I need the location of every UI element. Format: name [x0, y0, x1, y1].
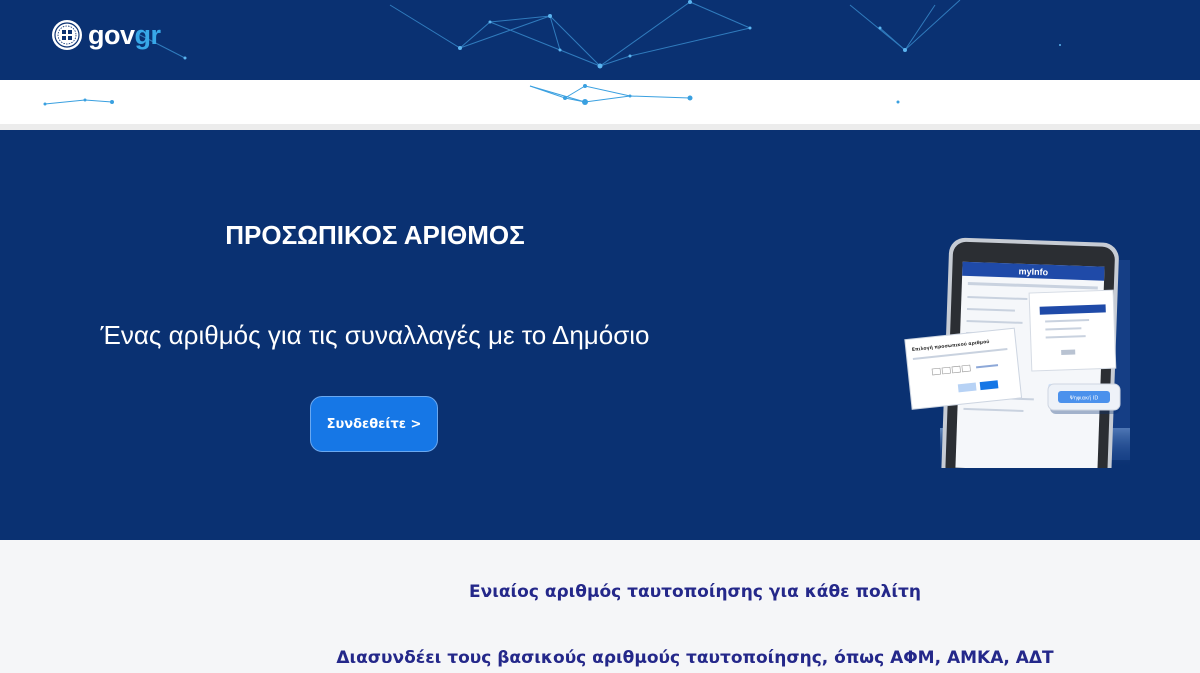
network-pattern-decoration — [43, 84, 900, 106]
govgr-wordmark: govgr — [88, 20, 161, 50]
site-header: govgr — [0, 0, 1200, 80]
logo-prefix: gov — [88, 20, 135, 50]
info-section: Ενιαίος αριθμός ταυτοποίησης για κάθε πο… — [0, 540, 1200, 673]
illustration-app-name: myInfo — [1018, 266, 1048, 277]
tablet-illustration: myInfo Επιλογή προσωπικού αριθμού Ψηφιακ… — [904, 237, 1130, 468]
info-heading: Ενιαίος αριθμός ταυτοποίησης για κάθε πο… — [469, 582, 921, 602]
illustration-pill-label: Ψηφιακή ID — [1070, 395, 1099, 402]
info-text: Διασυνδέει τους βασικούς αριθμούς ταυτοπ… — [336, 648, 1054, 668]
greek-emblem-icon — [52, 20, 82, 50]
hero-subtitle: Ένας αριθμός για τις συναλλαγές με το Δη… — [100, 320, 650, 350]
page-title: ΠΡΟΣΩΠΙΚΟΣ ΑΡΙΘΜΟΣ — [225, 220, 525, 250]
login-button[interactable]: Συνδεθείτε > — [310, 396, 438, 452]
hero-section: ΠΡΟΣΩΠΙΚΟΣ ΑΡΙΘΜΟΣ Ένας αριθμός για τις … — [0, 130, 1200, 540]
header-band — [0, 80, 1200, 124]
govgr-logo[interactable]: govgr — [52, 20, 161, 50]
network-pattern-decoration — [139, 0, 1061, 69]
logo-suffix: gr — [134, 20, 162, 50]
